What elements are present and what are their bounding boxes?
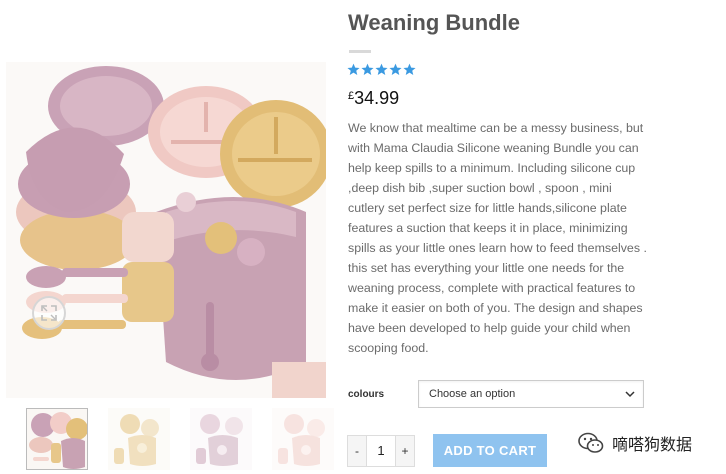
quantity-input[interactable]: 1 xyxy=(366,436,396,466)
product-description: We know that mealtime can be a messy bus… xyxy=(348,121,647,355)
zoom-button[interactable] xyxy=(32,296,66,330)
colours-select[interactable]: Choose an option xyxy=(418,380,644,408)
title-divider xyxy=(349,50,371,53)
watermark: 嘀嗒狗数据 xyxy=(578,431,692,455)
add-to-cart-button[interactable]: ADD TO CART xyxy=(433,434,547,467)
chevron-down-icon xyxy=(625,391,635,398)
quantity-plus-button[interactable]: + xyxy=(396,436,414,466)
star-icon xyxy=(375,63,388,76)
thumbnail-3[interactable] xyxy=(190,408,252,470)
zoom-expand-icon xyxy=(41,305,57,321)
quantity-stepper: - 1 + xyxy=(347,435,415,467)
star-icon xyxy=(389,63,402,76)
quantity-minus-button[interactable]: - xyxy=(348,436,366,466)
star-rating[interactable] xyxy=(347,63,416,76)
product-price: £34.99 xyxy=(348,88,399,109)
thumbnail-strip xyxy=(26,408,334,470)
wechat-icon xyxy=(578,432,604,453)
colours-select-value: Choose an option xyxy=(429,388,516,400)
star-icon xyxy=(361,63,374,76)
star-icon xyxy=(403,63,416,76)
thumbnail-1[interactable] xyxy=(26,408,88,470)
price-amount: 34.99 xyxy=(354,88,400,108)
thumbnail-2[interactable] xyxy=(108,408,170,470)
star-icon xyxy=(347,63,360,76)
colours-label: colours xyxy=(348,389,385,400)
product-main-image[interactable] xyxy=(6,62,326,398)
product-title: Weaning Bundle xyxy=(348,10,520,35)
price-currency: £ xyxy=(348,90,355,102)
watermark-text: 嘀嗒狗数据 xyxy=(612,435,693,454)
thumbnail-4[interactable] xyxy=(272,408,334,470)
